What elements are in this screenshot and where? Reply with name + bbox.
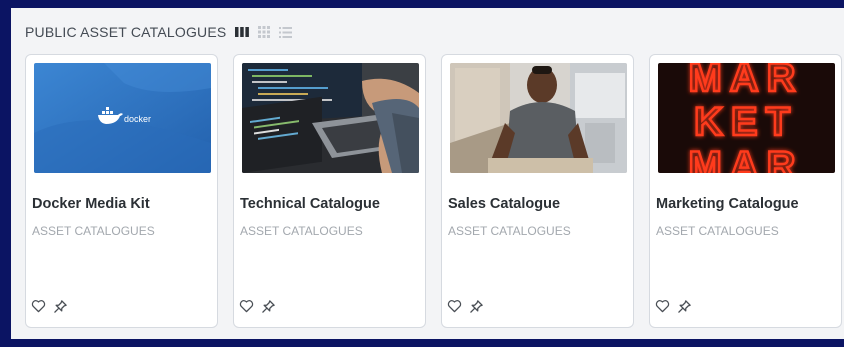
catalogue-card[interactable]: docker Docker Media Kit ASSET CATALOGUES — [25, 54, 218, 328]
neon-sign-line: KET — [694, 100, 798, 144]
heart-icon[interactable] — [31, 299, 46, 314]
card-category: ASSET CATALOGUES — [656, 224, 779, 238]
pin-icon[interactable] — [53, 299, 68, 314]
neon-sign-line: MAR — [688, 63, 803, 100]
card-actions — [447, 299, 484, 314]
heart-icon[interactable] — [655, 299, 670, 314]
catalogue-panel: PUBLIC ASSET CATALOGUES docker Docker Me… — [11, 8, 844, 339]
card-title[interactable]: Technical Catalogue — [240, 196, 380, 212]
card-category: ASSET CATALOGUES — [448, 224, 571, 238]
section-title: PUBLIC ASSET CATALOGUES — [25, 24, 227, 40]
card-category: ASSET CATALOGUES — [240, 224, 363, 238]
card-thumbnail[interactable] — [450, 63, 627, 173]
card-category: ASSET CATALOGUES — [32, 224, 155, 238]
section-header: PUBLIC ASSET CATALOGUES — [25, 22, 293, 42]
catalogue-card[interactable]: Technical Catalogue ASSET CATALOGUES — [233, 54, 426, 328]
pin-icon[interactable] — [677, 299, 692, 314]
columns-view-icon[interactable] — [235, 27, 250, 37]
heart-icon[interactable] — [239, 299, 254, 314]
pin-icon[interactable] — [469, 299, 484, 314]
card-actions — [655, 299, 692, 314]
card-thumbnail[interactable]: docker — [34, 63, 211, 173]
pin-icon[interactable] — [261, 299, 276, 314]
card-title[interactable]: Marketing Catalogue — [656, 196, 799, 212]
grid-view-icon[interactable] — [258, 26, 271, 38]
neon-sign-line: MAR — [688, 144, 803, 173]
card-title[interactable]: Docker Media Kit — [32, 196, 150, 212]
card-actions — [239, 299, 276, 314]
card-actions — [31, 299, 68, 314]
catalogue-card[interactable]: MAR KET MAR Marketing Catalogue ASSET CA… — [649, 54, 842, 328]
card-title[interactable]: Sales Catalogue — [448, 196, 560, 212]
card-thumbnail[interactable] — [242, 63, 419, 173]
heart-icon[interactable] — [447, 299, 462, 314]
list-view-icon[interactable] — [279, 26, 293, 38]
catalogue-card[interactable]: Sales Catalogue ASSET CATALOGUES — [441, 54, 634, 328]
card-thumbnail[interactable]: MAR KET MAR — [658, 63, 835, 173]
docker-logo-text: docker — [124, 114, 151, 124]
